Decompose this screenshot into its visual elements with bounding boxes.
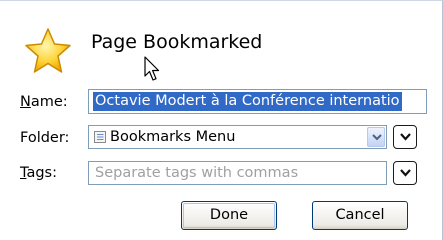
chevron-down-icon (400, 133, 411, 141)
folder-select[interactable]: Bookmarks Menu (88, 125, 387, 149)
cancel-button[interactable]: Cancel (312, 201, 408, 230)
tags-list-expander-button[interactable] (393, 161, 417, 185)
name-label-rest: ame: (30, 94, 68, 110)
folder-select-value: Bookmarks Menu (110, 129, 236, 145)
name-input-value[interactable]: Octavie Modert à la Conférence internati… (93, 92, 402, 111)
name-label-accesskey: N (20, 94, 31, 110)
chevron-down-icon (400, 169, 411, 177)
done-button[interactable]: Done (181, 201, 277, 230)
tags-label: Tags: (20, 164, 57, 182)
mouse-cursor-icon (144, 56, 160, 81)
star-icon (25, 28, 71, 73)
folder-tree-expander-button[interactable] (393, 125, 417, 149)
tags-input[interactable]: Separate tags with commas (88, 161, 387, 185)
folder-label: Folder: (20, 130, 70, 146)
tags-input-placeholder: Separate tags with commas (95, 165, 299, 181)
tags-label-rest: ags: (26, 165, 57, 181)
chevron-down-icon (372, 134, 382, 141)
name-input[interactable]: Octavie Modert à la Conférence internati… (88, 89, 427, 114)
folder-dropdown-button[interactable] (367, 127, 385, 147)
name-label: Name: (20, 93, 68, 111)
bookmark-panel: Page Bookmarked Name: Octavie Modert à l… (0, 0, 443, 240)
bookmarks-menu-icon (94, 131, 106, 143)
dialog-title: Page Bookmarked (91, 31, 263, 53)
